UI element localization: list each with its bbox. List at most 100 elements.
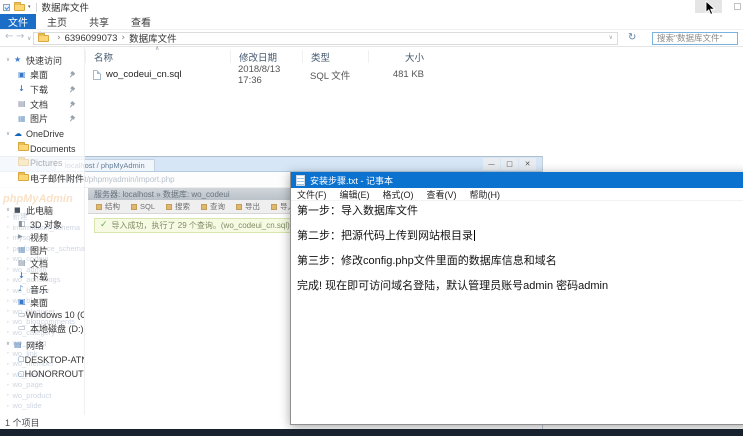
text-line: 完成! 现在即可访问域名登陆，默认管理员账号admin 密码admin bbox=[297, 279, 743, 293]
window-control-partial[interactable] bbox=[734, 3, 741, 10]
net-icon: ▤ bbox=[14, 341, 26, 349]
expand-icon[interactable]: ∨ bbox=[6, 58, 14, 64]
sort-ascending-icon[interactable]: ∧ bbox=[155, 46, 159, 52]
back-icon[interactable]: ← bbox=[5, 32, 13, 42]
expand-icon[interactable]: ∨ bbox=[6, 208, 14, 214]
forward-icon[interactable]: → bbox=[16, 32, 24, 42]
notepad-menu-format[interactable]: 格式(O) bbox=[383, 188, 414, 201]
video-icon: ▶ bbox=[18, 234, 30, 240]
pma-tab-search[interactable]: 搜索 bbox=[166, 201, 190, 212]
sidebar-item-onedrive[interactable]: ∨☁OneDrive bbox=[0, 127, 84, 142]
search-placeholder: 搜索"数据库文件" bbox=[657, 32, 723, 44]
ribbon-tab-home[interactable]: 主页 bbox=[36, 14, 78, 29]
pma-tab-export[interactable]: 导出 bbox=[236, 201, 260, 212]
desktop-icon: ▣ bbox=[18, 298, 30, 306]
onedrive-documents-folder-icon bbox=[18, 144, 30, 153]
mouse-cursor bbox=[705, 1, 717, 16]
sidebar-item-label: 音乐 bbox=[30, 283, 48, 296]
notepad-text-area[interactable]: 第一步：导入数据库文件第二步：把源代码上传到网站根目录第三步：修改config.… bbox=[291, 201, 743, 307]
sidebar-item-this-pc[interactable]: ∨■此电脑 bbox=[0, 203, 84, 218]
sidebar-item-music[interactable]: ♪音乐 bbox=[0, 283, 84, 296]
email-attachments-folder-icon bbox=[18, 174, 30, 183]
sidebar-item-pictures[interactable]: ▦图片 bbox=[0, 244, 84, 257]
search-input[interactable]: 搜索"数据库文件" bbox=[652, 32, 738, 46]
pma-tab-label: 导出 bbox=[245, 201, 260, 212]
breadcrumb-item[interactable]: 数据库文件 bbox=[129, 31, 177, 45]
column-header-size[interactable]: 大小 bbox=[368, 50, 430, 63]
notepad-menu-edit[interactable]: 编辑(E) bbox=[340, 188, 370, 201]
file-row[interactable]: wo_codeui_cn.sql2018/8/13 17:36SQL 文件481… bbox=[85, 67, 743, 82]
desktop-icon: ▣ bbox=[18, 71, 30, 79]
ribbon-tab-bar: 文件主页共享查看 bbox=[0, 14, 743, 30]
query-icon bbox=[201, 204, 207, 210]
notepad-menubar: 文件(F) 编辑(E) 格式(O) 查看(V) 帮助(H) bbox=[291, 188, 743, 201]
text-caret bbox=[474, 230, 475, 241]
music-icon: ♪ bbox=[18, 285, 30, 293]
notepad-menu-view[interactable]: 查看(V) bbox=[427, 188, 457, 201]
sidebar-item-local-disk-d[interactable]: ▭本地磁盘 (D:) bbox=[0, 322, 84, 335]
sidebar-item-desktop[interactable]: ▣桌面 bbox=[0, 296, 84, 309]
maximize-button[interactable]: □ bbox=[501, 158, 518, 170]
sidebar-item-documents-pinned[interactable]: ▤文档 bbox=[0, 97, 84, 112]
sidebar-item-objects-3d[interactable]: ◧3D 对象 bbox=[0, 218, 84, 231]
sidebar-item-downloads[interactable]: ↓下载 bbox=[0, 270, 84, 283]
text-line: 第二步：把源代码上传到网站根目录 bbox=[297, 229, 743, 243]
sidebar-item-quick-access[interactable]: ∨★快速访问 bbox=[0, 53, 84, 68]
sidebar-item-network[interactable]: ∨▤网络 bbox=[0, 338, 84, 353]
sidebar-item-label: 文档 bbox=[30, 98, 48, 111]
sidebar-item-desktop-atn941[interactable]: ▢DESKTOP-ATN941 bbox=[0, 353, 84, 368]
sidebar-item-windows10-c[interactable]: ▭Windows 10 (C:) bbox=[0, 309, 84, 322]
pma-tab-label: 查询 bbox=[210, 201, 225, 212]
explorer-sidebar: ∨★快速访问▣桌面↓下载▤文档▦图片∨☁OneDriveDocumentsPic… bbox=[0, 47, 85, 415]
sidebar-item-pictures-pinned[interactable]: ▦图片 bbox=[0, 111, 84, 126]
pma-tab-sql[interactable]: SQL bbox=[131, 202, 155, 211]
sidebar-item-downloads-pinned[interactable]: ↓下载 bbox=[0, 82, 84, 97]
file-name-cell: wo_codeui_cn.sql bbox=[85, 69, 230, 80]
sidebar-item-label: 此电脑 bbox=[26, 204, 53, 217]
expand-icon[interactable]: ∨ bbox=[6, 342, 14, 348]
address-dropdown-icon[interactable]: ∨ bbox=[609, 35, 613, 41]
explorer-titlebar: ▾ 数据库文件 bbox=[0, 0, 743, 14]
pma-tab-structure[interactable]: 结构 bbox=[96, 201, 120, 212]
close-button[interactable]: ✕ bbox=[519, 158, 536, 170]
address-bar[interactable]: ›6396099073›数据库文件 ∨ bbox=[33, 32, 618, 46]
sidebar-item-label: 图片 bbox=[30, 244, 48, 257]
sql-file-icon bbox=[93, 70, 101, 80]
taskbar[interactable] bbox=[0, 429, 743, 436]
ribbon-tab-view[interactable]: 查看 bbox=[120, 14, 162, 29]
item-count: 1 个项目 bbox=[0, 416, 40, 429]
recent-locations-icon[interactable]: ∨ bbox=[27, 36, 31, 42]
qat-properties-icon[interactable] bbox=[3, 4, 10, 11]
refresh-icon[interactable]: ↻ bbox=[628, 33, 636, 43]
notepad-menu-file[interactable]: 文件(F) bbox=[297, 188, 327, 201]
expand-icon[interactable]: ∨ bbox=[6, 132, 14, 138]
sidebar-item-desktop-pinned[interactable]: ▣桌面 bbox=[0, 68, 84, 83]
sidebar-item-onedrive-pictures[interactable]: Pictures bbox=[0, 156, 84, 171]
sidebar-item-videos[interactable]: ▶视频 bbox=[0, 231, 84, 244]
sidebar-item-honorrouter[interactable]: ▢HONORROUTER bbox=[0, 367, 84, 382]
qat-new-folder-icon[interactable] bbox=[14, 4, 25, 11]
desktop-screen: ▾ 数据库文件 文件主页共享查看 ← → ∨ ↑ ›6396099073›数据库… bbox=[0, 0, 743, 436]
sidebar-item-email-attachments[interactable]: 电子邮件附件 bbox=[0, 171, 84, 186]
minimize-button[interactable]: — bbox=[483, 158, 500, 170]
sidebar-item-label: Windows 10 (C:) bbox=[26, 310, 85, 320]
column-header-modified[interactable]: 修改日期 bbox=[230, 50, 302, 63]
pin-icon bbox=[69, 86, 76, 93]
sidebar-item-label: 下载 bbox=[30, 270, 48, 283]
notepad-titlebar[interactable]: 安装步骤.txt - 记事本 bbox=[291, 172, 743, 188]
sidebar-item-documents[interactable]: ▤文档 bbox=[0, 257, 84, 270]
ribbon-tab-share[interactable]: 共享 bbox=[78, 14, 120, 29]
file-list-header: ∧ 名称修改日期类型大小 bbox=[85, 49, 743, 64]
sidebar-item-label: 桌面 bbox=[30, 68, 48, 81]
ribbon-tab-file[interactable]: 文件 bbox=[0, 14, 36, 29]
sidebar-item-onedrive-documents[interactable]: Documents bbox=[0, 142, 84, 157]
breadcrumb-item[interactable]: 6396099073 bbox=[65, 33, 118, 44]
pma-tab-query[interactable]: 查询 bbox=[201, 201, 225, 212]
sidebar-item-label: 本地磁盘 (D:) bbox=[30, 322, 84, 335]
download-icon: ↓ bbox=[18, 85, 30, 93]
column-header-type[interactable]: 类型 bbox=[302, 50, 368, 63]
sidebar-item-label: 3D 对象 bbox=[30, 218, 62, 231]
notepad-menu-help[interactable]: 帮助(H) bbox=[470, 188, 501, 201]
disk-icon: ▭ bbox=[18, 311, 26, 319]
qat-customize-dropdown-icon[interactable]: ▾ bbox=[28, 5, 31, 10]
